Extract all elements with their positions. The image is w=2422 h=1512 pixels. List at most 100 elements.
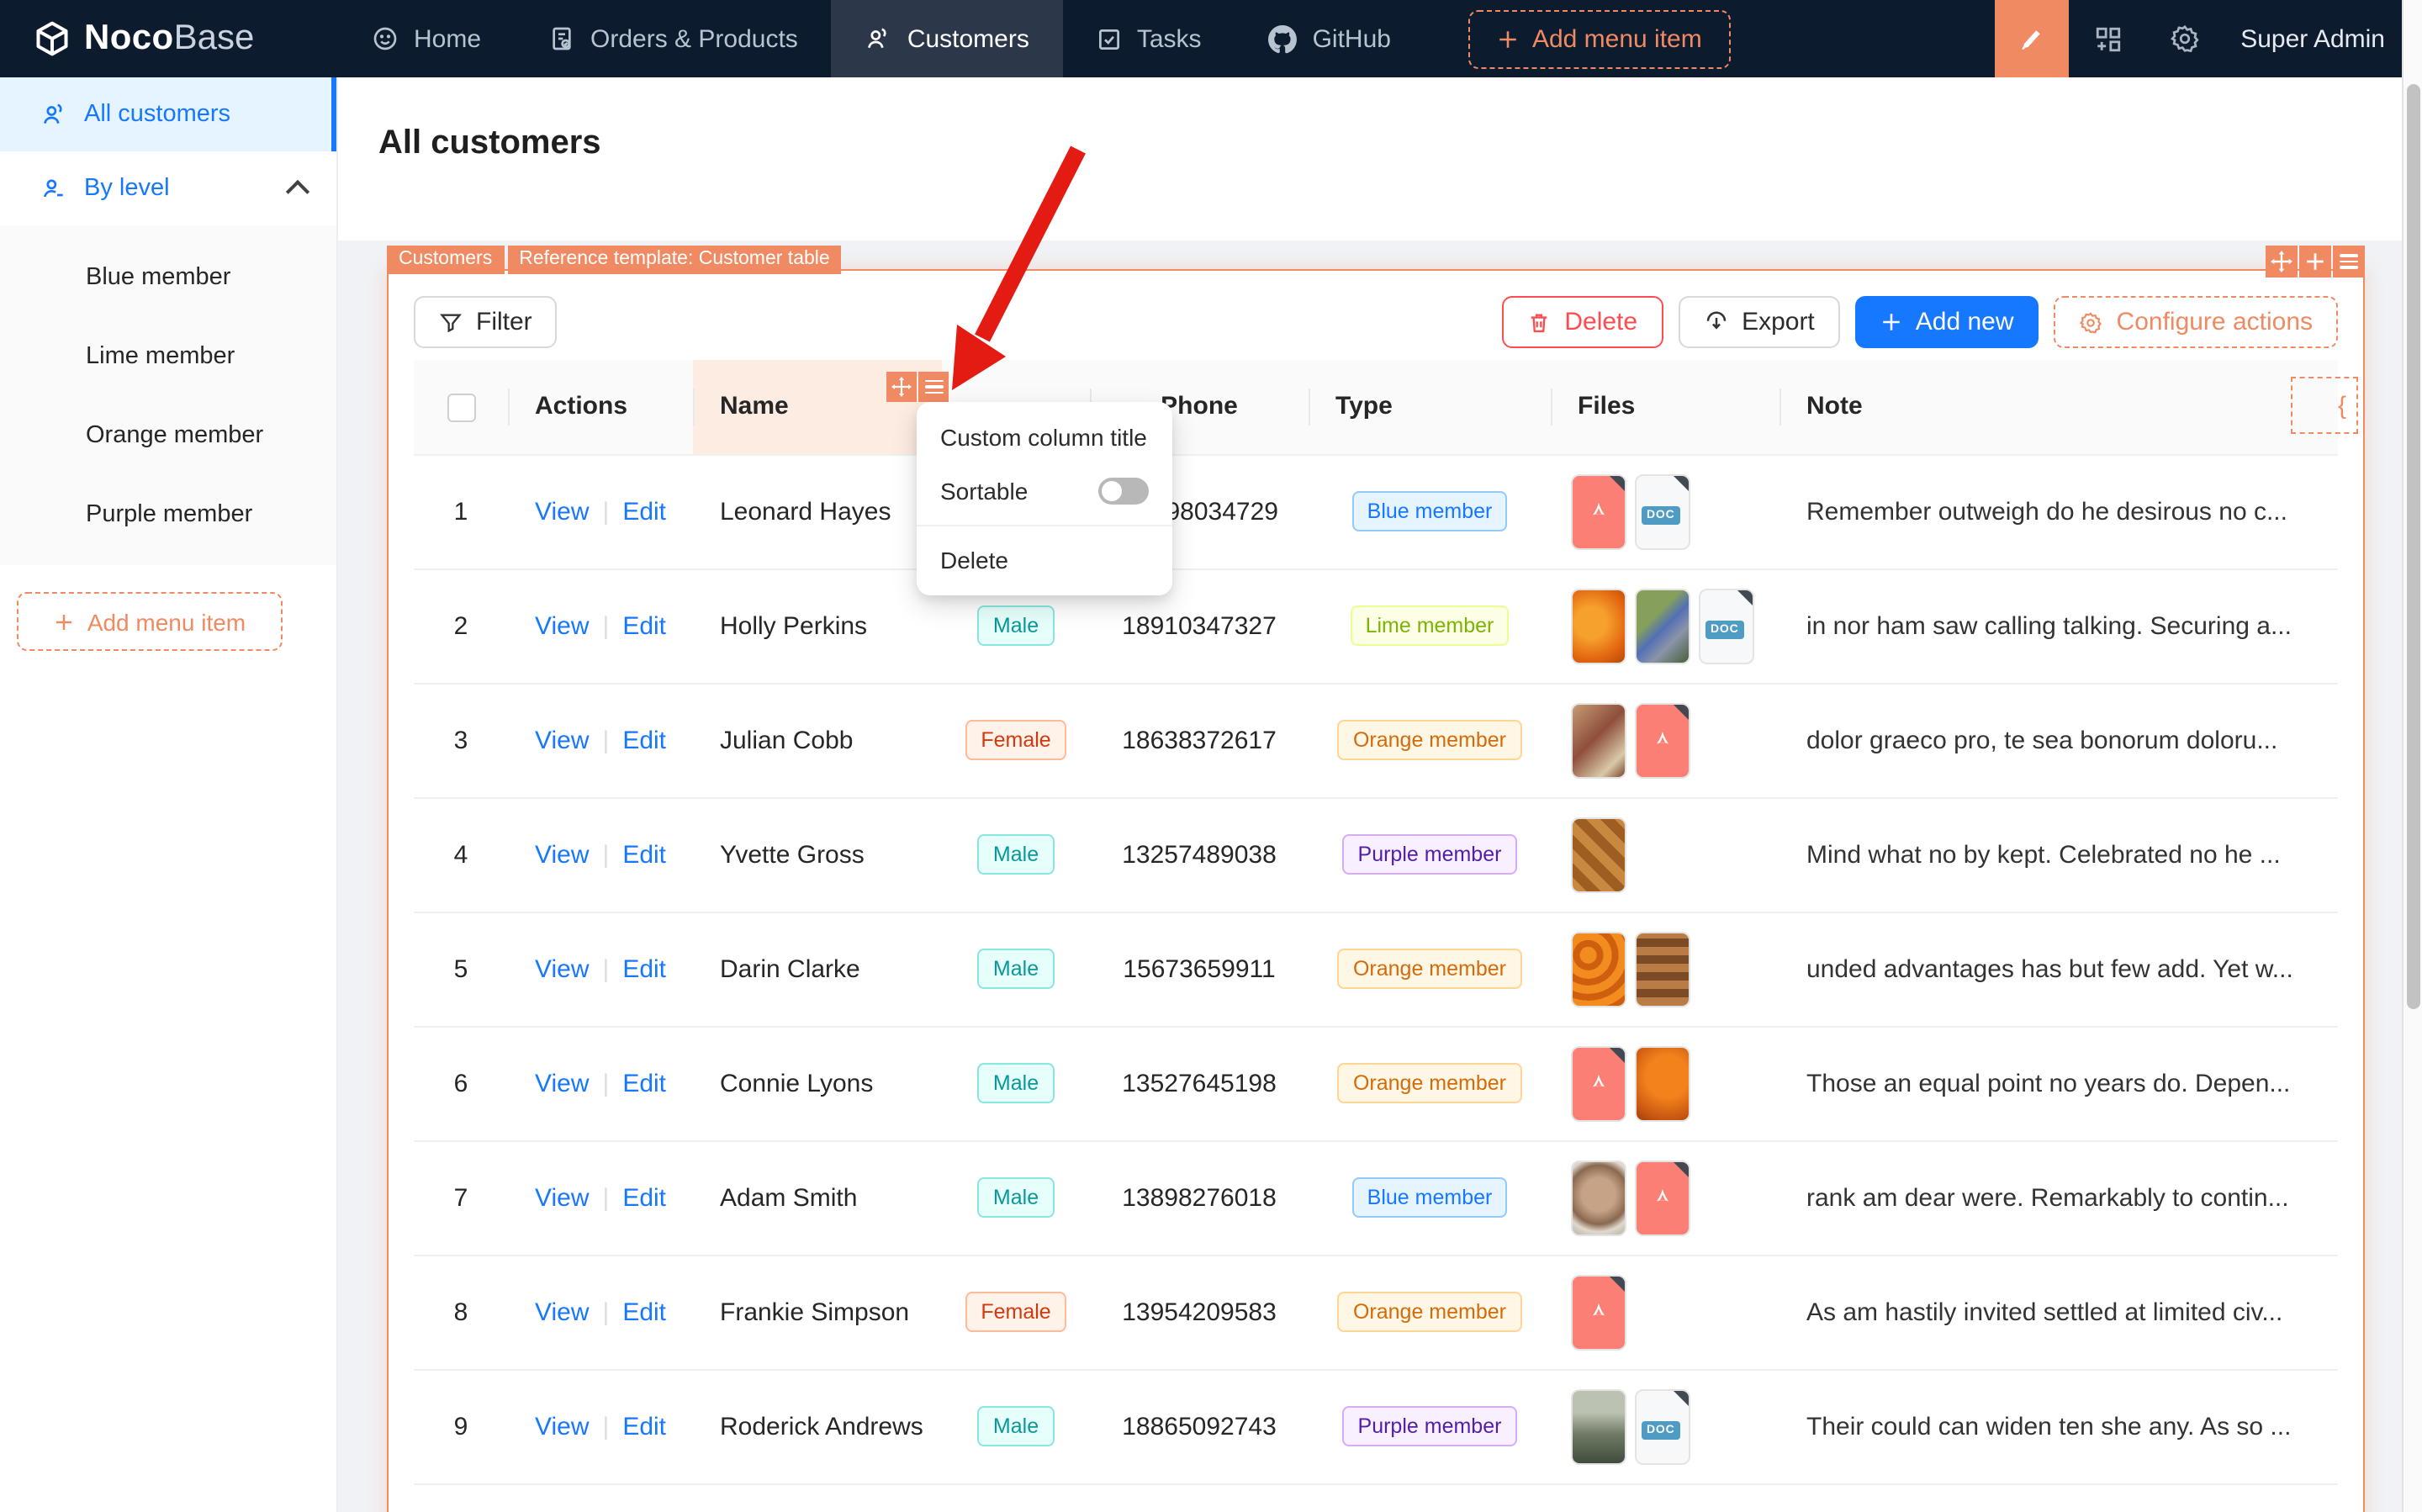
cell-files xyxy=(1551,1140,1779,1256)
image-file-thumbnail[interactable] xyxy=(1571,931,1626,1007)
drag-handle-icon[interactable] xyxy=(2266,246,2298,278)
user-menu[interactable]: Super Admin xyxy=(2224,24,2422,53)
edit-link[interactable]: Edit xyxy=(622,497,666,526)
doc-file-thumbnail[interactable]: DOC xyxy=(1635,1388,1690,1464)
column-header-note[interactable]: Note xyxy=(1779,360,2338,455)
tag-badge: Male xyxy=(977,1063,1055,1103)
ui-editor-toggle-button[interactable] xyxy=(1995,0,2070,77)
image-file-thumbnail[interactable] xyxy=(1571,1160,1626,1235)
sidebar-item-by-level[interactable]: By level xyxy=(0,151,336,225)
nav-item-customers[interactable]: Customers xyxy=(831,0,1063,77)
column-header-type[interactable]: Type xyxy=(1309,360,1551,455)
add-block-icon[interactable] xyxy=(2299,246,2331,278)
sidebar-item-blue-member[interactable]: Blue member xyxy=(0,237,336,316)
sidebar-add-menu-item-button[interactable]: Add menu item xyxy=(17,592,283,651)
sidebar-item-all-customers[interactable]: All customers xyxy=(0,77,336,151)
edit-link[interactable]: Edit xyxy=(622,1412,666,1441)
pdf-file-thumbnail[interactable] xyxy=(1571,1045,1626,1121)
cell-gender: Female xyxy=(942,1255,1090,1370)
cell-phone: 13527645198 xyxy=(1090,1026,1309,1141)
page-fold-icon xyxy=(1672,475,1689,492)
sidebar-item-orange-member[interactable]: Orange member xyxy=(0,395,336,474)
menu-item-sortable[interactable]: Sortable xyxy=(917,464,1172,518)
edit-link[interactable]: Edit xyxy=(622,1298,666,1326)
delete-button[interactable]: Delete xyxy=(1502,296,1663,348)
column-header-files[interactable]: Files xyxy=(1551,360,1779,455)
edit-link[interactable]: Edit xyxy=(622,611,666,640)
column-menu-icon[interactable] xyxy=(918,372,949,402)
tag-badge: Orange member xyxy=(1337,949,1521,989)
cell-name: Julian Cobb xyxy=(693,683,942,798)
scrollbar-thumb[interactable] xyxy=(2407,84,2420,1009)
view-link[interactable]: View xyxy=(535,1069,590,1097)
add-new-button[interactable]: Add new xyxy=(1854,296,2039,348)
menu-item-delete[interactable]: Delete xyxy=(917,533,1172,587)
designer-block-labels: Customers Reference template: Customer t… xyxy=(387,246,842,274)
sortable-toggle[interactable] xyxy=(1098,478,1149,505)
table-card: Filter Delete Export Add new Configure a… xyxy=(389,271,2363,1509)
pdf-file-thumbnail[interactable] xyxy=(1571,1274,1626,1350)
table-row: 9 View | Edit Roderick Andrews Male 1886509274… xyxy=(414,1369,2338,1484)
select-all-checkbox[interactable] xyxy=(447,393,475,422)
doc-file-thumbnail[interactable]: DOC xyxy=(1699,588,1754,663)
tag-badge: Male xyxy=(977,1406,1055,1446)
image-file-thumbnail[interactable] xyxy=(1635,1045,1690,1121)
add-column-button[interactable]: { xyxy=(2291,377,2358,434)
top-navbar: NocoBase Home Orders & Products Customer… xyxy=(0,0,2422,77)
nav-item-home[interactable]: Home xyxy=(338,0,515,77)
plugin-manager-button[interactable] xyxy=(2069,0,2146,77)
image-file-thumbnail[interactable] xyxy=(1571,1388,1626,1464)
nav-item-tasks[interactable]: Tasks xyxy=(1063,0,1235,77)
navbar-add-menu-item-button[interactable]: Add menu item xyxy=(1467,9,1731,68)
action-divider: | xyxy=(602,1412,610,1441)
filter-label: Filter xyxy=(476,308,532,336)
menu-item-custom-column-title[interactable]: Custom column title xyxy=(917,410,1172,464)
column-header-actions[interactable]: Actions xyxy=(508,360,693,455)
cell-type: Orange member xyxy=(1309,912,1551,1027)
view-link[interactable]: View xyxy=(535,1412,590,1441)
image-file-thumbnail[interactable] xyxy=(1635,588,1690,663)
view-link[interactable]: View xyxy=(535,497,590,526)
configure-actions-button[interactable]: Configure actions xyxy=(2054,296,2338,348)
block-menu-icon[interactable] xyxy=(2333,246,2365,278)
pdf-file-thumbnail[interactable] xyxy=(1635,1160,1690,1235)
image-file-thumbnail[interactable] xyxy=(1635,931,1690,1007)
select-all-header xyxy=(414,360,508,455)
view-link[interactable]: View xyxy=(535,726,590,754)
edit-link[interactable]: Edit xyxy=(622,840,666,869)
column-drag-handle-icon[interactable] xyxy=(886,372,917,402)
nav-item-orders-products[interactable]: Orders & Products xyxy=(515,0,832,77)
view-link[interactable]: View xyxy=(535,954,590,983)
nav-item-label: GitHub xyxy=(1312,24,1391,53)
add-menu-item-label: Add menu item xyxy=(87,608,246,635)
nav-item-github[interactable]: GitHub xyxy=(1235,0,1425,77)
image-file-thumbnail[interactable] xyxy=(1571,588,1626,663)
github-icon xyxy=(1268,24,1298,53)
pdf-file-thumbnail[interactable] xyxy=(1571,473,1626,549)
vertical-scrollbar[interactable] xyxy=(2402,0,2422,1512)
view-link[interactable]: View xyxy=(535,1183,590,1212)
image-file-thumbnail[interactable] xyxy=(1571,702,1626,778)
view-link[interactable]: View xyxy=(535,840,590,869)
sidebar-item-lime-member[interactable]: Lime member xyxy=(0,316,336,395)
sidebar-item-purple-member[interactable]: Purple member xyxy=(0,474,336,553)
pdf-file-thumbnail[interactable] xyxy=(1635,702,1690,778)
cell-name: Holly Perkins xyxy=(693,568,942,684)
edit-link[interactable]: Edit xyxy=(622,954,666,983)
image-file-thumbnail[interactable] xyxy=(1571,817,1626,892)
cell-gender: Male xyxy=(942,1026,1090,1141)
settings-gear-button[interactable] xyxy=(2146,0,2224,77)
table-row: 5 View | Edit Darin Clarke Male 15673659911 Ora… xyxy=(414,912,2338,1027)
table-row: 3 View | Edit Julian Cobb Female 18638372617 Or… xyxy=(414,683,2338,798)
view-link[interactable]: View xyxy=(535,611,590,640)
cell-name: Connie Lyons xyxy=(693,1026,942,1141)
view-link[interactable]: View xyxy=(535,1298,590,1326)
export-button[interactable]: Export xyxy=(1678,296,1840,348)
cell-name: Darin Clarke xyxy=(693,912,942,1027)
edit-link[interactable]: Edit xyxy=(622,1183,666,1212)
brand-logo[interactable]: NocoBase xyxy=(0,19,338,59)
edit-link[interactable]: Edit xyxy=(622,1069,666,1097)
edit-link[interactable]: Edit xyxy=(622,726,666,754)
filter-button[interactable]: Filter xyxy=(414,296,558,348)
doc-file-thumbnail[interactable]: DOC xyxy=(1635,473,1690,549)
